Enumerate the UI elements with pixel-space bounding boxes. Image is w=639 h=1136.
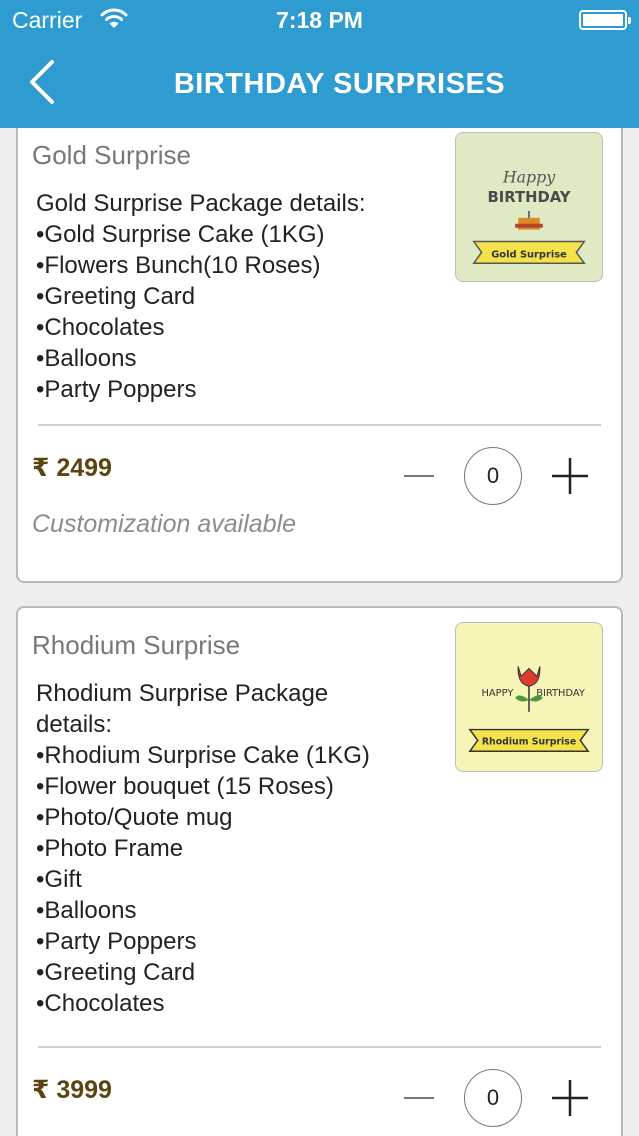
quantity-value: 0 — [464, 1069, 522, 1127]
divider — [38, 1046, 601, 1048]
package-thumbnail[interactable]: HAPPY BIRTHDAY Rhodium Surprise — [455, 622, 603, 772]
customization-note: Customization available — [32, 510, 297, 538]
svg-text:BIRTHDAY: BIRTHDAY — [536, 688, 586, 699]
decrement-button[interactable] — [402, 1081, 436, 1115]
package-details: Rhodium Surprise Package details: •Rhodi… — [36, 680, 370, 1017]
package-price: ₹ 3999 — [32, 1076, 112, 1104]
svg-text:Happy: Happy — [502, 167, 556, 186]
increment-button[interactable] — [550, 1078, 590, 1118]
page-title: BIRTHDAY SURPRISES — [173, 68, 506, 100]
svg-text:BIRTHDAY: BIRTHDAY — [488, 189, 571, 206]
package-card-gold: Gold Surprise Gold Surprise Package deta… — [16, 128, 623, 583]
package-name: Gold Surprise — [32, 140, 191, 170]
birthday-card-image: HAPPY BIRTHDAY Rhodium Surprise — [468, 666, 590, 752]
package-name: Rhodium Surprise — [32, 630, 241, 660]
status-time: 7:18 PM — [276, 7, 363, 33]
decrement-button[interactable] — [402, 459, 436, 493]
svg-text:Rhodium Surprise: Rhodium Surprise — [482, 736, 576, 747]
increment-button[interactable] — [550, 456, 590, 496]
package-card-rhodium: Rhodium Surprise Rhodium Surprise Packag… — [16, 606, 623, 1136]
quantity-value: 0 — [464, 447, 522, 505]
status-bar: Carrier 7:18 PM — [0, 0, 639, 40]
package-list[interactable]: Gold Surprise Gold Surprise Package deta… — [0, 128, 639, 1136]
package-price: ₹ 2499 — [32, 454, 112, 482]
package-details: Gold Surprise Package details: •Gold Sur… — [36, 190, 366, 403]
battery-icon — [579, 10, 631, 30]
svg-text:HAPPY: HAPPY — [482, 688, 515, 699]
svg-text:Gold Surprise: Gold Surprise — [491, 249, 567, 260]
birthday-card-image: Happy BIRTHDAY Gold Surprise — [472, 167, 586, 264]
package-thumbnail[interactable]: Happy BIRTHDAY Gold Surprise — [455, 132, 603, 282]
navigation-bar: BIRTHDAY SURPRISES — [0, 40, 639, 128]
divider — [38, 424, 601, 426]
